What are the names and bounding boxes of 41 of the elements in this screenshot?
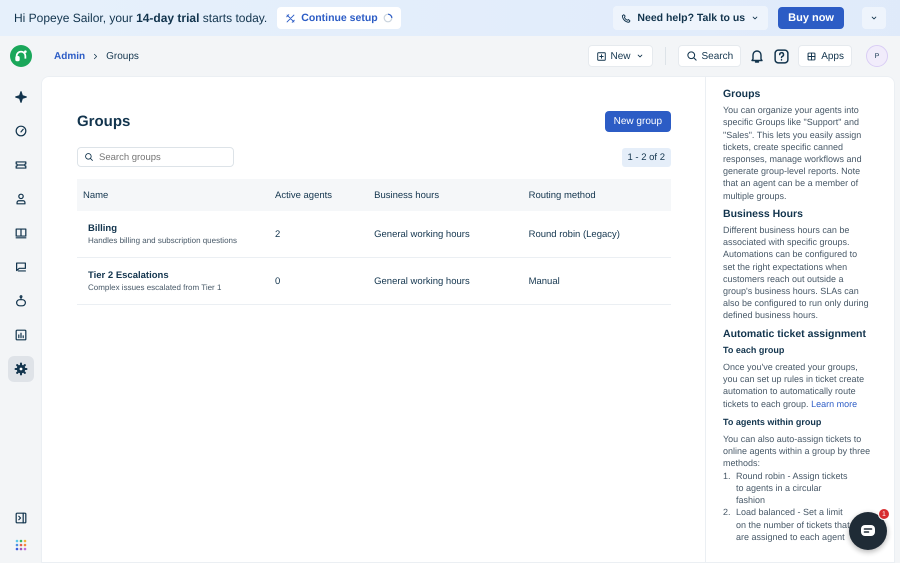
help-paragraph: Once you've created your groups, you can set up rules in ticket create automation to automatically route tickets to each group. Learn more xyxy=(723,361,866,410)
group-description: Handles billing and subscription questions xyxy=(87,236,238,245)
help-list-item: Load balanced - Set a limit on the number of tickets that are assigned to each agent xyxy=(736,506,851,543)
help-heading: Automatic ticket assignment xyxy=(723,328,867,340)
apps-button[interactable]: Apps xyxy=(798,45,852,67)
help-subheading: To each group xyxy=(723,344,786,356)
breadcrumb-current: Groups xyxy=(106,50,139,62)
group-name[interactable]: Tier 2 Escalations xyxy=(83,270,263,281)
list-number: 2. xyxy=(723,506,732,520)
continue-setup-button[interactable]: Continue setup xyxy=(277,7,401,29)
help-heading: Groups xyxy=(723,88,762,100)
table-cell: Round robin (Legacy) xyxy=(528,228,620,240)
help-button[interactable]: Need help? Talk to us xyxy=(613,6,768,30)
list-number: 1. xyxy=(723,470,732,483)
column-header: Routing method xyxy=(522,179,671,211)
breadcrumb-link[interactable]: Admin xyxy=(54,50,86,62)
pagination-badge: 1 - 2 of 2 xyxy=(622,148,671,166)
column-header: Active agents xyxy=(269,179,368,211)
search-field[interactable]: Search groups xyxy=(77,147,234,167)
column-header: Business hours xyxy=(368,179,523,211)
table-cell: 2 xyxy=(275,228,280,240)
learn-more-link[interactable]: Learn more xyxy=(811,398,858,409)
table-cell: General working hours xyxy=(374,276,470,286)
help-subheading: To agents within group xyxy=(723,416,822,428)
help-paragraph: You can also auto-assign tickets to online agents within a group by three methods: xyxy=(723,433,871,470)
help-paragraph: You can organize your agents into specific Groups like "Support" and "Sales". This lets you easily assign tickets, create specific canned responses, manage workflows and generate group-level reports. Note that an agent can be a member of multiple groups. xyxy=(723,104,863,202)
new-group-button[interactable]: New group xyxy=(604,111,671,132)
search-button[interactable]: Search xyxy=(678,45,742,67)
help-list-item: Round robin - Assign tickets to agents in a circular fashion xyxy=(736,470,849,506)
help-heading: Business Hours xyxy=(723,208,804,220)
group-name[interactable]: Billing xyxy=(83,223,263,234)
new-button[interactable]: New xyxy=(588,45,653,67)
table-cell: Manual xyxy=(528,276,560,286)
trial-message: Hi Popeye Sailor, your 14-day trial starts today. xyxy=(14,11,268,25)
table-cell: General working hours xyxy=(374,228,470,240)
group-description: Complex issues escalated from Tier 1 xyxy=(87,283,222,292)
help-paragraph: Different business hours can be associated with specific groups. Automations can be configured to set the right expectations when customers reach out outside a group's business hours. SLAs can also be configured to run only during defined business hours. xyxy=(723,224,870,322)
page-title: Groups xyxy=(77,113,130,130)
buy-now-button[interactable]: Buy now xyxy=(778,7,844,29)
table-cell: 0 xyxy=(275,276,280,286)
column-header: Name xyxy=(77,179,269,211)
